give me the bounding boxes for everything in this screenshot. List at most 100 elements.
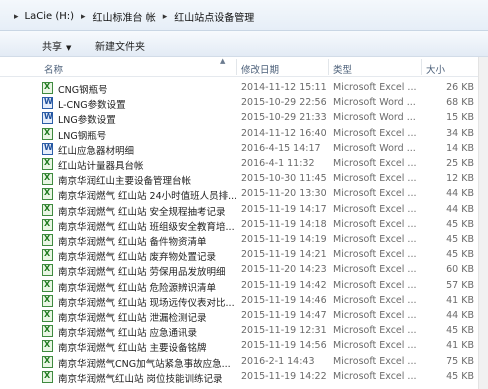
file-size: 68 KB [446, 97, 474, 109]
new-folder-button-label: 新建文件夹 [95, 42, 145, 53]
file-row[interactable]: X 南京华润红山主要设备管理台帐 2015-10-30 11:45 Microsoft… [0, 172, 488, 187]
file-row[interactable]: X 南京华润燃气 红山站 班组级安全教育培... 2015-11-19 14:18 M… [0, 218, 488, 233]
excel-file-icon: X [42, 188, 53, 201]
word-file-icon: W [42, 142, 53, 155]
chevron-down-icon: ▼ [66, 44, 72, 52]
file-size: 44 KB [446, 310, 474, 321]
file-date: 2015-11-19 14:17 [241, 203, 327, 215]
file-row[interactable]: W 红山应急器材明细 2016-4-15 14:17 Microsoft Word .… [0, 142, 488, 157]
file-row[interactable]: X 南京华润燃气红山站 岗位技能训练记录 2015-11-19 14:22 Micro… [0, 370, 488, 385]
excel-file-icon: X [42, 355, 53, 368]
address-bar[interactable]: ▸ LaCie (H:) ▸ 红山标准台 帐 ▸ 红山站点设备管理 [0, 0, 488, 31]
file-name: 南京华润燃气 红山站 应急通讯录 [58, 328, 198, 340]
file-row[interactable]: X 南京华润燃气 红山站 危险源辨识清单 2015-11-19 14:42 Micro… [0, 279, 488, 294]
file-icon-glyph: W [44, 142, 53, 152]
column-header-date[interactable]: 修改日期 [241, 62, 279, 76]
file-type: Microsoft Word ... [333, 112, 416, 124]
breadcrumb-folder[interactable]: 红山标准台 帐 [93, 9, 156, 24]
file-date: 2015-10-30 11:45 [241, 173, 327, 185]
file-icon-glyph: X [44, 158, 51, 167]
file-size: 45 KB [446, 370, 474, 382]
file-row[interactable]: X 红山站计量器具台帐 2016-4-1 11:32 Microsoft Excel … [0, 157, 488, 172]
column-header: ▲ 名称 修改日期 类型 大小 [0, 57, 488, 77]
column-divider[interactable] [421, 59, 422, 75]
column-divider[interactable] [236, 59, 237, 75]
file-row[interactable]: W LNG参数设置 2015-10-29 21:33 Microsoft Word .… [0, 111, 488, 126]
excel-file-icon: X [42, 370, 53, 383]
file-row[interactable]: X 南京华润燃气 红山站 24小时值班人员排... 2015-11-20 13:30… [0, 187, 488, 202]
file-row[interactable]: X 南京华润燃气 红山站 安全规程抽考记录 2015-11-19 14:17 Micr… [0, 203, 488, 218]
file-type: Microsoft Excel ... [333, 218, 417, 230]
file-row[interactable]: X 南京华润燃气 红山站 废弃物处置记录 2015-11-19 14:21 Micro… [0, 248, 488, 263]
share-button-label: 共享 [42, 42, 62, 53]
breadcrumb-separator-icon[interactable]: ▸ [81, 12, 86, 22]
file-type: Microsoft Excel ... [333, 249, 417, 261]
file-size: 57 KB [446, 279, 474, 291]
file-row[interactable]: X 南京华润燃气CNG加气站紧急事故应急... 2016-2-1 14:43 Micr… [0, 355, 488, 370]
file-type: Microsoft Excel ... [333, 127, 417, 139]
file-icon-glyph: X [44, 218, 51, 228]
file-type: Microsoft Excel ... [333, 279, 417, 291]
file-date: 2016-4-15 14:17 [241, 142, 321, 154]
file-size: 75 KB [446, 355, 474, 367]
file-size: 45 KB [446, 249, 474, 261]
file-size: 44 KB [446, 203, 474, 215]
breadcrumb-separator-icon[interactable]: ▸ [163, 12, 168, 22]
share-button[interactable]: 共享 ▼ [42, 38, 71, 53]
word-file-icon: W [42, 97, 53, 110]
file-row[interactable]: X CNG钢瓶号 2014-11-12 15:11 Microsoft Excel .… [0, 81, 488, 96]
excel-file-icon: X [42, 264, 53, 277]
file-icon-glyph: X [44, 279, 51, 289]
file-type: Microsoft Excel ... [333, 294, 417, 306]
file-icon-glyph: X [44, 355, 51, 365]
file-row[interactable]: X 南京华润燃气 红山站 现场远传仪表对比... 2015-11-19 14:46 M… [0, 294, 488, 309]
file-type: Microsoft Word ... [333, 97, 416, 109]
file-date: 2015-11-19 14:21 [241, 249, 327, 261]
file-type: Microsoft Excel ... [333, 173, 417, 185]
file-date: 2015-10-29 22:56 [241, 97, 327, 109]
file-row[interactable]: X LNG钢瓶号 2014-11-12 16:40 Microsoft Excel .… [0, 127, 488, 142]
file-date: 2016-2-1 14:43 [241, 355, 315, 367]
vertical-scrollbar[interactable] [478, 57, 488, 389]
excel-file-icon: X [42, 279, 53, 292]
file-name: 红山站计量器具台帐 [58, 161, 144, 172]
word-file-icon: W [42, 112, 53, 125]
file-row[interactable]: X 南京华润燃气 红山站 劳保用品发放明细 2015-11-20 14:23 Micr… [0, 263, 488, 278]
file-size: 26 KB [446, 82, 474, 93]
file-date: 2015-11-19 14:19 [241, 234, 327, 245]
file-name: 南京华润燃气 红山站 安全规程抽考记录 [58, 206, 226, 218]
file-date: 2015-11-20 13:30 [241, 188, 327, 200]
file-type: Microsoft Excel ... [333, 82, 417, 93]
column-header-size[interactable]: 大小 [426, 62, 445, 76]
column-header-type[interactable]: 类型 [333, 62, 352, 76]
file-date: 2015-11-19 14:18 [241, 218, 327, 230]
file-type: Microsoft Excel ... [333, 325, 417, 337]
file-name: 南京华润红山主要设备管理台帐 [58, 176, 192, 188]
excel-file-icon: X [42, 234, 53, 246]
command-toolbar: 共享 ▼ 新建文件夹 [0, 31, 488, 57]
file-size: 41 KB [446, 294, 474, 306]
breadcrumb-current-folder[interactable]: 红山站点设备管理 [174, 9, 254, 24]
file-row[interactable]: W L-CNG参数设置 2015-10-29 22:56 Microsoft Word… [0, 96, 488, 111]
file-icon-glyph: X [44, 325, 51, 335]
file-row[interactable]: X 南京华润燃气 红山站 备件物资清单 2015-11-19 14:19 Micros… [0, 233, 488, 248]
file-size: 60 KB [446, 264, 474, 276]
new-folder-button[interactable]: 新建文件夹 [95, 38, 145, 53]
file-date: 2015-11-20 14:23 [241, 264, 327, 276]
breadcrumb-chevron-icon[interactable]: ▸ [14, 12, 19, 22]
file-date: 2015-11-19 12:31 [241, 325, 327, 337]
file-icon-glyph: X [44, 264, 51, 274]
file-size: 44 KB [446, 188, 474, 200]
file-row[interactable]: X 南京华润燃气 红山站 泄漏检测记录 2015-11-19 14:47 Micros… [0, 309, 488, 324]
column-header-name[interactable]: 名称 [44, 62, 63, 76]
file-name: 红山应急器材明细 [58, 145, 135, 157]
file-row[interactable]: X 南京华润燃气 红山站 应急通讯录 2015-11-19 12:31 Microso… [0, 324, 488, 339]
file-row[interactable]: X 南京华润燃气 红山站 主要设备铭牌 2015-11-19 14:56 Micros… [0, 339, 488, 354]
column-divider[interactable] [328, 59, 329, 75]
file-type: Microsoft Excel ... [333, 234, 417, 245]
file-date: 2015-11-19 14:42 [241, 279, 327, 291]
breadcrumb-drive[interactable]: LaCie (H:) [25, 11, 74, 22]
file-size: 45 KB [446, 325, 474, 337]
file-icon-glyph: X [44, 188, 51, 198]
file-size: 25 KB [446, 158, 474, 169]
